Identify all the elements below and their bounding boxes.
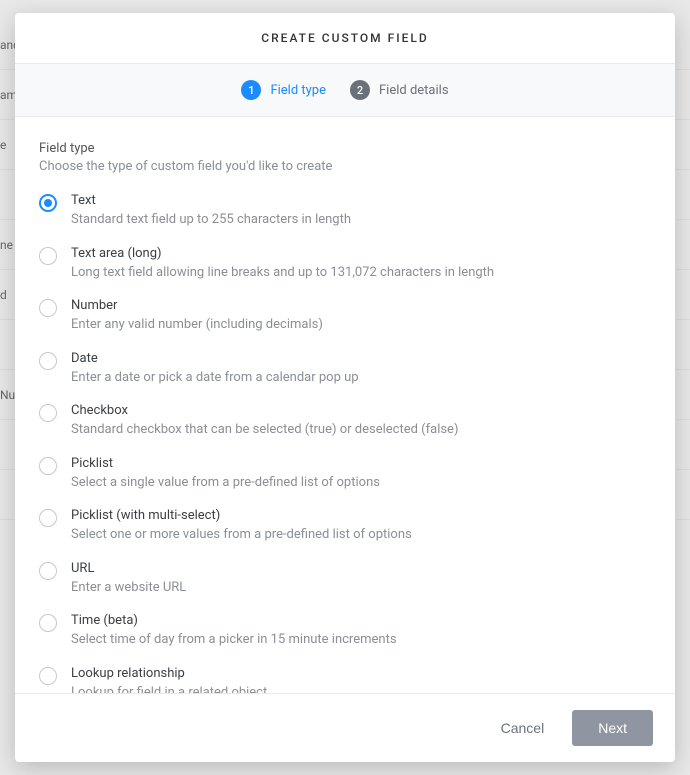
radio-textarea[interactable]	[39, 247, 57, 265]
option-text: Number Enter any valid number (including …	[71, 298, 651, 334]
option-title: Date	[71, 351, 651, 366]
radio-picklist-multi[interactable]	[39, 509, 57, 527]
radio-lookup[interactable]	[39, 667, 57, 685]
field-type-option-time[interactable]: Time (beta) Select time of day from a pic…	[39, 606, 651, 659]
radio-url[interactable]	[39, 562, 57, 580]
option-description: Select time of day from a picker in 15 m…	[71, 631, 651, 649]
option-description: Standard text field up to 255 characters…	[71, 211, 651, 229]
radio-date[interactable]	[39, 352, 57, 370]
option-description: Standard checkbox that can be selected (…	[71, 421, 651, 439]
field-type-option-checkbox[interactable]: Checkbox Standard checkbox that can be se…	[39, 396, 651, 449]
option-text: Text Standard text field up to 255 charac…	[71, 193, 651, 229]
step-label-2: Field details	[379, 83, 449, 98]
option-title: Lookup relationship	[71, 666, 651, 681]
option-description: Lookup for field in a related object	[71, 684, 651, 693]
field-type-option-text[interactable]: Text Standard text field up to 255 charac…	[39, 186, 651, 239]
option-description: Enter a date or pick a date from a calen…	[71, 369, 651, 387]
field-type-option-number[interactable]: Number Enter any valid number (including …	[39, 291, 651, 344]
option-title: Text area (long)	[71, 246, 651, 261]
option-text: Date Enter a date or pick a date from a c…	[71, 351, 651, 387]
wizard-steps: 1 Field type 2 Field details	[15, 64, 675, 117]
step-number-2: 2	[350, 80, 370, 100]
option-title: Checkbox	[71, 403, 651, 418]
field-type-option-picklist-multi[interactable]: Picklist (with multi-select) Select one o…	[39, 501, 651, 554]
option-title: Picklist	[71, 456, 651, 471]
option-text: Checkbox Standard checkbox that can be se…	[71, 403, 651, 439]
modal-title: CREATE CUSTOM FIELD	[15, 13, 675, 64]
option-text: Lookup relationship Lookup for field in a…	[71, 666, 651, 693]
section-title: Field type	[39, 141, 651, 156]
option-title: Text	[71, 193, 651, 208]
field-type-option-url[interactable]: URL Enter a website URL	[39, 554, 651, 607]
step-label-1: Field type	[270, 83, 326, 98]
field-type-option-textarea[interactable]: Text area (long) Long text field allowing…	[39, 239, 651, 292]
cancel-button[interactable]: Cancel	[487, 710, 559, 746]
option-title: Picklist (with multi-select)	[71, 508, 651, 523]
field-type-option-date[interactable]: Date Enter a date or pick a date from a c…	[39, 344, 651, 397]
next-button[interactable]: Next	[572, 710, 653, 746]
option-title: URL	[71, 561, 651, 576]
option-text: Time (beta) Select time of day from a pic…	[71, 613, 651, 649]
option-description: Select one or more values from a pre-def…	[71, 526, 651, 544]
step-field-type[interactable]: 1 Field type	[241, 80, 326, 100]
option-description: Enter any valid number (including decima…	[71, 316, 651, 334]
create-custom-field-modal: CREATE CUSTOM FIELD 1 Field type 2 Field…	[15, 13, 675, 762]
option-title: Time (beta)	[71, 613, 651, 628]
option-text: Picklist (with multi-select) Select one o…	[71, 508, 651, 544]
modal-body: Field type Choose the type of custom fie…	[15, 117, 675, 693]
radio-checkbox[interactable]	[39, 404, 57, 422]
option-title: Number	[71, 298, 651, 313]
option-description: Enter a website URL	[71, 579, 651, 597]
option-description: Long text field allowing line breaks and…	[71, 264, 651, 282]
option-text: Text area (long) Long text field allowing…	[71, 246, 651, 282]
step-number-1: 1	[241, 80, 261, 100]
radio-text[interactable]	[39, 194, 57, 212]
option-text: Picklist Select a single value from a pre…	[71, 456, 651, 492]
field-type-option-lookup[interactable]: Lookup relationship Lookup for field in a…	[39, 659, 651, 693]
radio-number[interactable]	[39, 299, 57, 317]
section-description: Choose the type of custom field you'd li…	[39, 159, 651, 174]
step-field-details[interactable]: 2 Field details	[350, 80, 449, 100]
radio-time[interactable]	[39, 614, 57, 632]
option-description: Select a single value from a pre-defined…	[71, 474, 651, 492]
modal-footer: Cancel Next	[15, 693, 675, 762]
radio-picklist[interactable]	[39, 457, 57, 475]
option-text: URL Enter a website URL	[71, 561, 651, 597]
field-type-options: Text Standard text field up to 255 charac…	[39, 186, 651, 693]
field-type-option-picklist[interactable]: Picklist Select a single value from a pre…	[39, 449, 651, 502]
